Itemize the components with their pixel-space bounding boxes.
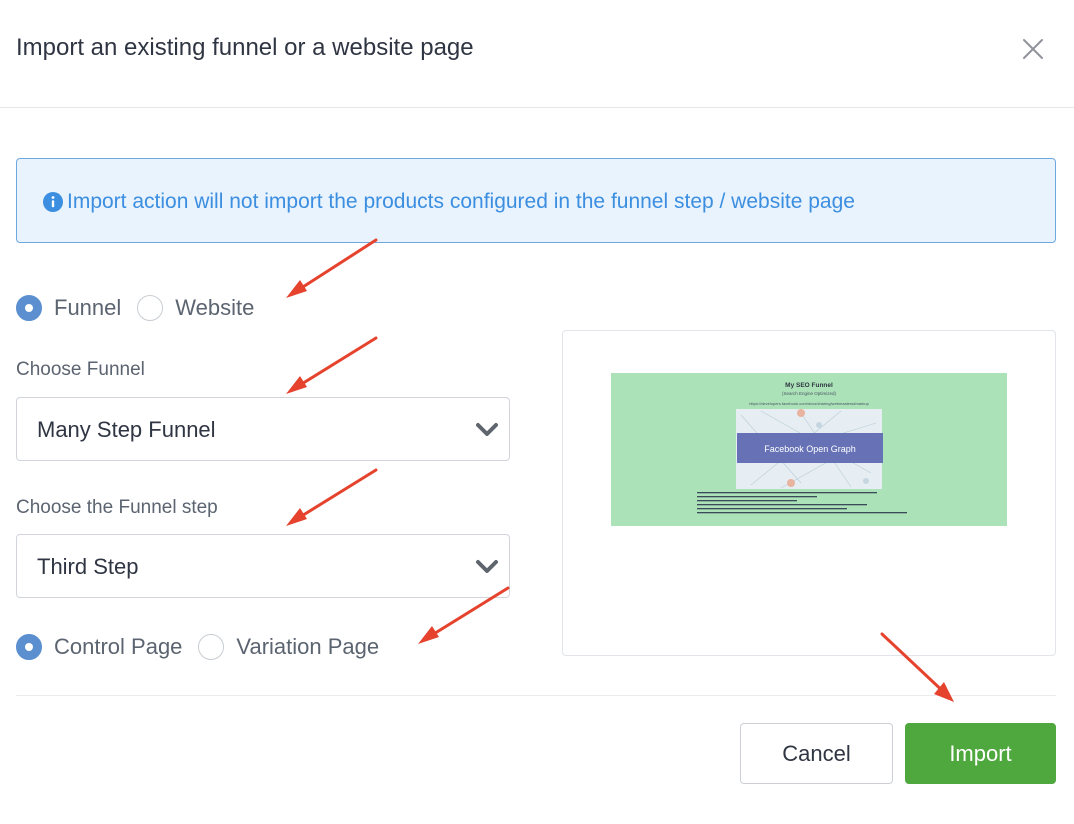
website-radio-label[interactable]: Website [175,295,254,321]
variation-page-radio-label[interactable]: Variation Page [236,634,379,660]
page-preview-panel: My SEO Funnel (Search Engine Optimized) … [562,330,1056,656]
dialog-header: Import an existing funnel or a website p… [0,0,1074,108]
preview-banner-text: Facebook Open Graph [764,444,856,454]
alert-text: Import action will not import the produc… [67,190,855,213]
funnel-radio[interactable] [16,295,42,321]
control-page-radio-label[interactable]: Control Page [54,634,182,660]
arrow-annotation [290,238,378,296]
footer-divider [16,695,1056,696]
page-type-radio-group: Control Page Variation Page [16,633,395,661]
arrow-head [934,682,954,702]
import-button[interactable]: Import [905,723,1056,784]
preview-subtitle: (Search Engine Optimized) [782,391,837,396]
chevron-down-icon [475,420,499,440]
preview-url: https://developers.facebook.com/docs/sha… [749,401,869,406]
arrow-head [286,376,307,394]
arrow-annotation [290,468,378,524]
info-icon [43,192,63,212]
cancel-button[interactable]: Cancel [740,723,893,784]
dialog-title: Import an existing funnel or a website p… [16,34,474,61]
choose-step-label: Choose the Funnel step [16,497,218,518]
funnel-radio-label[interactable]: Funnel [54,295,121,321]
funnel-step-select[interactable]: Third Step [16,534,510,598]
control-page-radio[interactable] [16,634,42,660]
close-icon[interactable] [1016,32,1050,66]
preview-title: My SEO Funnel [785,382,833,389]
funnel-select-value: Many Step Funnel [37,417,216,442]
variation-page-radio[interactable] [198,634,225,660]
info-alert: Import action will not import the produc… [16,158,1056,243]
arrow-annotation [290,336,378,392]
funnel-select[interactable]: Many Step Funnel [16,397,510,461]
choose-funnel-label: Choose Funnel [16,359,145,380]
arrow-head [286,280,307,298]
funnel-step-select-value: Third Step [37,554,139,579]
arrow-head [418,626,439,644]
source-type-radio-group: Funnel Website [16,294,270,322]
import-dialog: Import an existing funnel or a website p… [0,0,1074,824]
arrow-head [286,508,307,526]
chevron-down-icon [475,557,499,577]
website-radio[interactable] [137,295,164,321]
page-preview-thumbnail: My SEO Funnel (Search Engine Optimized) … [611,373,1007,526]
